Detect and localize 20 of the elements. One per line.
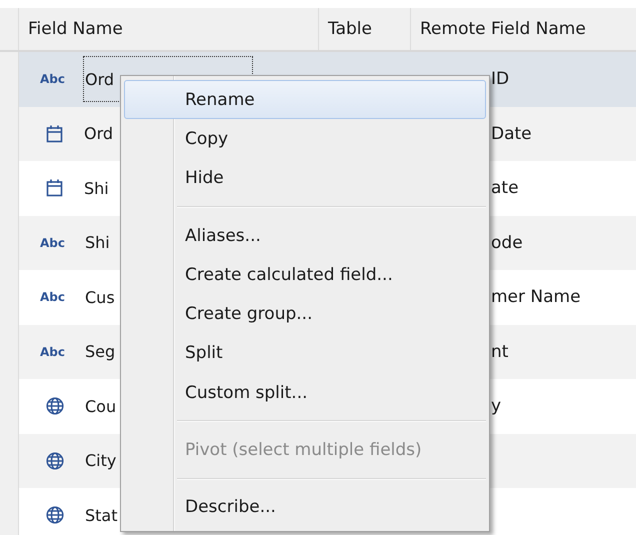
remote-field-name-cell: Date: [491, 124, 532, 144]
string-type-icon: Abc: [40, 344, 68, 359]
field-name-cell: Seg: [85, 342, 116, 362]
remote-field-name-cell: nt: [491, 342, 508, 362]
remote-field-name-cell: ode: [491, 232, 523, 253]
string-type-icon: Abc: [40, 290, 68, 304]
field-name-cell: Ord: [85, 70, 114, 89]
remote-field-name-cell: y: [491, 396, 502, 416]
string-type-icon: Abc: [40, 72, 68, 86]
remote-field-name-cell: ate: [491, 178, 519, 198]
field-name-cell: Ord: [84, 124, 114, 144]
string-type-icon: Abc: [40, 236, 68, 250]
field-name-cell: City: [85, 451, 116, 470]
field-name-cell: Shi: [84, 178, 109, 198]
field-name-cell: Stat: [85, 506, 118, 525]
field-name-cell: Cus: [85, 288, 115, 307]
remote-field-name-cell: ID: [491, 69, 510, 90]
field-name-cell: Shi: [85, 233, 110, 252]
field-name-cell: Cou: [85, 396, 116, 416]
remote-field-name-cell: mer Name: [491, 287, 581, 308]
